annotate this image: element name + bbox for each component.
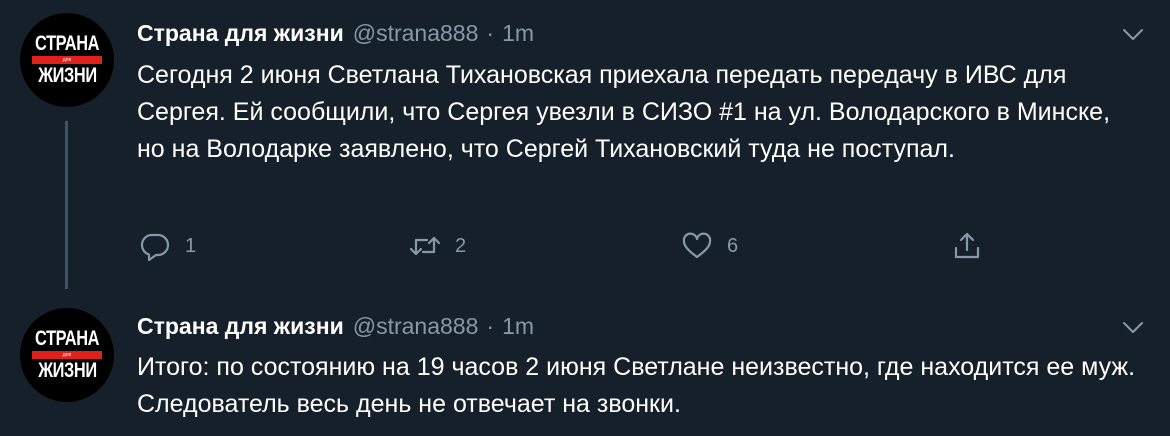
reply-button[interactable]: 1 [137, 226, 196, 266]
tweet[interactable]: СТРАНА для ЖИЗНИ Страна для жизни @stran… [0, 0, 1170, 300]
avatar-logo-small: для [62, 57, 72, 63]
share-button[interactable] [949, 226, 985, 266]
like-count: 6 [727, 234, 739, 257]
tweet-text: Сегодня 2 июня Светлана Тихановская прие… [137, 61, 1111, 163]
separator-dot: · [486, 312, 495, 339]
tweet-header: Страна для жизни @strana888 · 1m [137, 18, 534, 48]
chevron-down-icon[interactable] [1122, 321, 1144, 335]
author-name[interactable]: Страна для жизни [137, 20, 344, 47]
author-handle[interactable]: @strana888 [353, 20, 479, 47]
tweet-header: Страна для жизни @strana888 · 1m [137, 311, 534, 341]
author-handle[interactable]: @strana888 [353, 313, 479, 340]
like-button[interactable]: 6 [679, 226, 738, 266]
avatar-logo-top: СТРАНА [34, 32, 100, 55]
share-icon [954, 232, 980, 259]
timestamp[interactable]: 1m [502, 20, 534, 47]
avatar-logo-bottom: ЖИЗНИ [37, 64, 97, 87]
retweet-count: 2 [455, 234, 467, 257]
chevron-down-icon[interactable] [1122, 28, 1144, 42]
avatar-logo-bottom: ЖИЗНИ [37, 359, 97, 382]
reply-icon [140, 233, 170, 262]
retweet-button[interactable]: 2 [407, 226, 466, 266]
thread-line [65, 121, 68, 289]
tweet[interactable]: СТРАНА для ЖИЗНИ Страна для жизни @stran… [0, 300, 1170, 436]
avatar-logo-small: для [62, 352, 72, 358]
author-name[interactable]: Страна для жизни [137, 313, 344, 340]
heart-icon [682, 232, 712, 259]
avatar[interactable]: СТРАНА для ЖИЗНИ [20, 13, 114, 107]
tweet-actions: 1 2 6 [137, 226, 997, 266]
retweet-icon [409, 236, 441, 256]
avatar-logo-bar: для [32, 56, 102, 64]
timestamp[interactable]: 1m [502, 313, 534, 340]
avatar[interactable]: СТРАНА для ЖИЗНИ [20, 308, 114, 402]
reply-count: 1 [185, 234, 197, 257]
separator-dot: · [486, 19, 495, 46]
avatar-logo-bar: для [32, 351, 102, 359]
avatar-logo-top: СТРАНА [34, 327, 100, 350]
tweet-text: Итого: по состоянию на 19 часов 2 июня С… [137, 353, 1136, 418]
